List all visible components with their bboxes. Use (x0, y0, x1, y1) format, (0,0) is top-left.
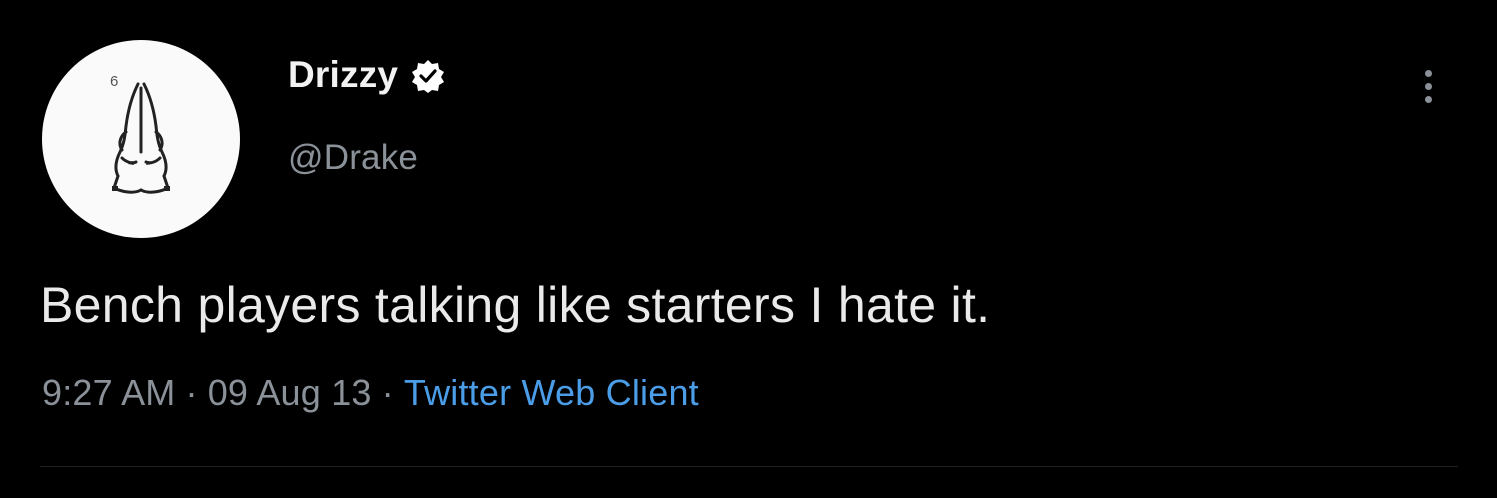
tweet-date[interactable]: 09 Aug 13 (208, 372, 372, 413)
meta-separator: · (381, 372, 394, 413)
display-name[interactable]: Drizzy (288, 54, 398, 96)
praying-hands-icon: 6 (110, 73, 170, 194)
author-block: Drizzy @Drake (288, 50, 446, 178)
verified-badge-icon (410, 58, 446, 94)
tweet-text: Bench players talking like starters I ha… (40, 277, 991, 333)
tweet-card: 6 Drizzy @Drake Bench players talking li… (0, 0, 1497, 498)
tweet-metadata: 9:27 AM · 09 Aug 13 · Twitter Web Client (42, 372, 699, 414)
avatar[interactable]: 6 (42, 40, 240, 238)
meta-separator: · (185, 372, 198, 413)
avatar-badge-text: 6 (110, 73, 118, 90)
user-handle[interactable]: @Drake (288, 138, 446, 178)
tweet-time[interactable]: 9:27 AM (42, 372, 175, 413)
divider (40, 466, 1458, 467)
more-vertical-icon[interactable] (1416, 70, 1440, 110)
tweet-source-link[interactable]: Twitter Web Client (404, 372, 699, 413)
display-name-row: Drizzy (288, 50, 446, 100)
